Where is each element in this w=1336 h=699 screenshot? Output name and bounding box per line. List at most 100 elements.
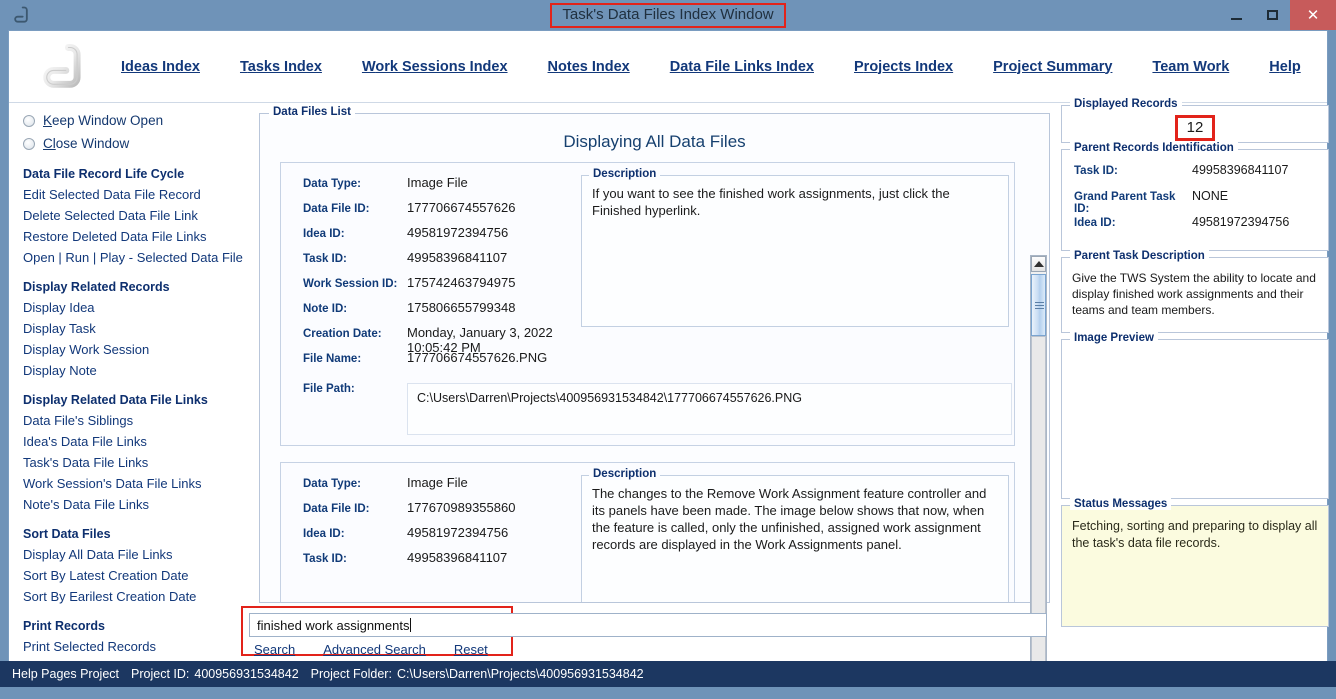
bottom-strip	[0, 687, 1336, 699]
sidebar-item-work-session-s-data-file-links[interactable]: Work Session's Data File Links	[23, 473, 249, 494]
parent-record-row: Task ID: 49958396841107	[1062, 163, 1328, 189]
maximize-button[interactable]	[1254, 0, 1290, 30]
sidebar-item-restore-deleted-data-file-links[interactable]: Restore Deleted Data File Links	[23, 226, 249, 247]
record-file-path-value[interactable]: C:\Users\Darren\Projects\400956931534842…	[407, 383, 1012, 435]
displayed-records-legend: Displayed Records	[1070, 98, 1182, 110]
nav-item-ideas-index[interactable]: Ideas Index	[121, 59, 200, 75]
record-field-label: Idea ID:	[303, 228, 345, 240]
sidebar-item-display-work-session[interactable]: Display Work Session	[23, 339, 249, 360]
nav-item-projects-index[interactable]: Projects Index	[854, 59, 953, 75]
nav-item-work-sessions-index[interactable]: Work Sessions Index	[362, 59, 508, 75]
record-field-idea-id: Idea ID: 49581972394756	[303, 225, 581, 250]
radio-icon[interactable]	[23, 114, 35, 127]
sidebar-item-display-idea[interactable]: Display Idea	[23, 297, 249, 318]
reset-link[interactable]: Reset	[454, 642, 488, 657]
nav-item-project-summary[interactable]: Project Summary	[993, 59, 1112, 75]
window-controls: ✕	[1218, 0, 1336, 30]
nav-item-label: asks Index	[247, 58, 322, 75]
search-actions: Search Advanced Search Reset	[254, 642, 516, 657]
record-field-label: Idea ID:	[303, 528, 345, 540]
status-project-id: 400956931534842	[194, 667, 299, 681]
record-field-value: Image File	[407, 475, 468, 490]
search-link-label: earch	[262, 642, 296, 657]
nav-item-notes-index[interactable]: Notes Index	[548, 59, 630, 75]
record-field-label: Data Type:	[303, 478, 361, 490]
record-field-value: 49581972394756	[407, 225, 509, 240]
search-link-accesskey: S	[254, 642, 263, 657]
sidebar-radio-close-window[interactable]: Close Window	[23, 132, 249, 155]
nav-item-tasks-index[interactable]: Tasks Index	[240, 59, 322, 75]
sidebar-radio-keep-window-open[interactable]: Keep Window Open	[23, 109, 249, 132]
record-field-data-file-id: Data File ID: 177706674557626	[303, 200, 581, 225]
record-field-task-id: Task ID: 49958396841107	[303, 550, 581, 575]
sidebar-item-idea-s-data-file-links[interactable]: Idea's Data File Links	[23, 431, 249, 452]
record-field-value: 177670989355860	[407, 500, 516, 515]
nav-item-label: ata File Links Index	[680, 58, 814, 75]
sidebar-item-sort-by-earilest-creation-date[interactable]: Sort By Earilest Creation Date	[23, 586, 249, 607]
nav-item-team-work[interactable]: Team Work	[1152, 59, 1229, 75]
sidebar-item-display-note[interactable]: Display Note	[23, 360, 249, 381]
advanced-search-link[interactable]: Advanced Search	[323, 642, 426, 657]
record-field-idea-id: Idea ID: 49581972394756	[303, 525, 581, 550]
record-field-file-name: File Name: 177706674557626.PNG	[303, 350, 581, 375]
parent-task-description-panel: Parent Task Description Give the TWS Sys…	[1061, 250, 1329, 333]
record-field-value: Image File	[407, 175, 468, 190]
data-files-list-legend: Data Files List	[269, 106, 355, 118]
nav-item-label: oject Summary	[1008, 58, 1113, 75]
search-link-accesskey: A	[323, 642, 332, 657]
records-viewport[interactable]: Data Type: Image File Data File ID: 1777066…	[280, 162, 1030, 602]
nav-item-data-file-links-index[interactable]: Data File Links Index	[670, 59, 814, 75]
scroll-up-button[interactable]	[1031, 256, 1046, 272]
displayed-records-count: 12	[1174, 115, 1216, 141]
record-field-data-type: Data Type: Image File	[303, 475, 581, 500]
nav-item-accesskey: T	[239, 58, 248, 75]
nav-item-help[interactable]: Help	[1269, 59, 1300, 75]
close-button[interactable]: ✕	[1290, 0, 1336, 30]
sidebar-item-display-all-data-file-links[interactable]: Display All Data File Links	[23, 544, 249, 565]
scrollbar-thumb[interactable]	[1031, 274, 1046, 336]
sidebar-item-open-run-play-selected-data-file[interactable]: Open | Run | Play - Selected Data File	[23, 247, 249, 268]
record-field-creation-date: Creation Date: Monday, January 3, 2022 10…	[303, 325, 581, 355]
search-link[interactable]: Search	[254, 642, 295, 657]
sidebar-item-note-s-data-file-links[interactable]: Note's Data File Links	[23, 494, 249, 515]
radio-icon[interactable]	[23, 137, 35, 150]
record-description-text: If you want to see the finished work ass…	[592, 186, 950, 218]
sidebar-item-sort-by-latest-creation-date[interactable]: Sort By Latest Creation Date	[23, 565, 249, 586]
sidebar-item-task-s-data-file-links[interactable]: Task's Data File Links	[23, 452, 249, 473]
record-description-panel: Description If you want to see the finish…	[581, 168, 1009, 327]
main-content: Data Files List Displaying All Data File…	[253, 106, 1050, 659]
search-link-label: eset	[463, 642, 488, 657]
record-field-value: 49581972394756	[407, 525, 509, 540]
image-preview-panel: Image Preview	[1061, 332, 1329, 499]
sidebar-item-delete-selected-data-file-link[interactable]: Delete Selected Data File Link	[23, 205, 249, 226]
sidebar-item-display-task[interactable]: Display Task	[23, 318, 249, 339]
status-project-name: Help Pages Project	[12, 667, 120, 681]
parent-record-label: Task ID:	[1074, 165, 1118, 177]
parent-record-value: NONE	[1192, 189, 1229, 203]
sidebar-item-data-file-s-siblings[interactable]: Data File's Siblings	[23, 410, 249, 431]
record-field-label: Data File ID:	[303, 203, 370, 215]
data-file-record[interactable]: Data Type: Image File Data File ID: 1776709…	[280, 462, 1015, 602]
search-input-value: finished work assignments	[257, 617, 410, 633]
page-title: Displaying All Data Files	[563, 132, 746, 151]
image-preview-area[interactable]	[1062, 340, 1328, 498]
data-file-record[interactable]: Data Type: Image File Data File ID: 1777066…	[280, 162, 1015, 446]
search-input[interactable]: finished work assignments	[249, 613, 1047, 637]
chevron-up-icon	[1033, 261, 1044, 267]
parent-record-value: 49958396841107	[1192, 163, 1289, 177]
displayed-records-panel: Displayed Records 12	[1061, 98, 1329, 143]
parent-task-description-text: Give the TWS System the ability to locat…	[1072, 271, 1316, 317]
sidebar-group-heading: Display Related Records	[23, 280, 170, 294]
nav-item-accesskey: N	[547, 58, 559, 75]
radio-label-rest: ose Window	[55, 136, 130, 151]
body-row: Keep Window Open Close Window Data File Re…	[9, 98, 1329, 699]
sidebar-group-heading: Data File Record Life Cycle	[23, 167, 185, 181]
record-field-value: 177706674557626	[407, 200, 516, 215]
record-field-file-path: File Path: C:\Users\Darren\Projects\40095…	[281, 383, 1014, 435]
record-field-label: Task ID:	[303, 553, 347, 565]
displayed-records-value-box: 12	[1062, 106, 1328, 142]
minimize-button[interactable]	[1218, 0, 1254, 30]
nav-item-label: am Work	[1168, 58, 1230, 75]
sidebar-item-edit-selected-data-file-record[interactable]: Edit Selected Data File Record	[23, 184, 249, 205]
sidebar-item-print-selected-records[interactable]: Print Selected Records	[23, 636, 249, 657]
